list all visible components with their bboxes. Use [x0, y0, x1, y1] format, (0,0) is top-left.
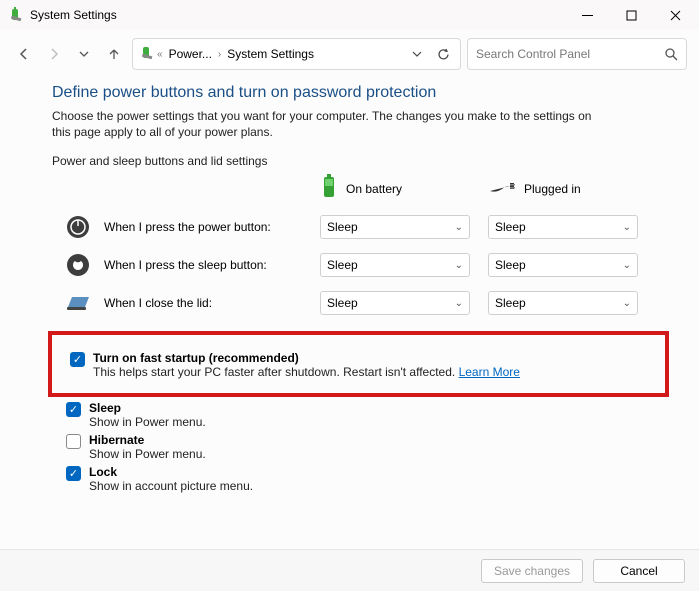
breadcrumb-sep-icon: «: [157, 49, 163, 60]
breadcrumb-level1[interactable]: Power...: [165, 47, 216, 61]
forward-button[interactable]: [42, 42, 66, 66]
minimize-button[interactable]: [565, 1, 609, 29]
column-battery-label: On battery: [346, 182, 402, 196]
row-lid-label: When I close the lid:: [104, 296, 320, 310]
select-sleep-battery[interactable]: Sleep⌄: [320, 253, 470, 277]
breadcrumb-level2[interactable]: System Settings: [223, 47, 318, 61]
page-title: Define power buttons and turn on passwor…: [52, 84, 665, 102]
select-sleep-plugged[interactable]: Sleep⌄: [488, 253, 638, 277]
back-button[interactable]: [12, 42, 36, 66]
up-button[interactable]: [102, 42, 126, 66]
breadcrumb[interactable]: « Power... › System Settings: [132, 38, 461, 70]
page-description: Choose the power settings that you want …: [52, 108, 612, 140]
refresh-button[interactable]: [430, 41, 456, 67]
column-plugged-label: Plugged in: [524, 182, 581, 196]
breadcrumb-icon: [139, 45, 155, 64]
chevron-down-icon: ⌄: [455, 260, 463, 271]
breadcrumb-dropdown-icon[interactable]: [404, 41, 430, 67]
power-button-icon: [64, 213, 92, 241]
chevron-down-icon: ⌄: [455, 222, 463, 233]
sleep-option-title: Sleep: [89, 401, 206, 415]
plug-icon: [488, 179, 516, 198]
checkbox-hibernate[interactable]: [66, 434, 81, 449]
checkbox-sleep[interactable]: ✓: [66, 402, 81, 417]
fast-startup-highlight: ✓ Turn on fast startup (recommended) Thi…: [48, 331, 669, 397]
learn-more-link[interactable]: Learn More: [459, 365, 520, 379]
row-power-label: When I press the power button:: [104, 220, 320, 234]
select-power-plugged[interactable]: Sleep⌄: [488, 215, 638, 239]
sleep-button-icon: [64, 251, 92, 279]
close-button[interactable]: [653, 1, 697, 29]
row-sleep-label: When I press the sleep button:: [104, 258, 320, 272]
battery-icon: [320, 174, 338, 203]
maximize-button[interactable]: [609, 1, 653, 29]
chevron-down-icon: ⌄: [623, 222, 631, 233]
checkbox-lock[interactable]: ✓: [66, 466, 81, 481]
select-lid-battery[interactable]: Sleep⌄: [320, 291, 470, 315]
chevron-right-icon: ›: [218, 49, 221, 60]
save-button[interactable]: Save changes: [481, 559, 583, 583]
lid-icon: [64, 289, 92, 317]
section-power-sleep-lid: Power and sleep buttons and lid settings: [52, 154, 665, 168]
hibernate-option-desc: Show in Power menu.: [89, 447, 206, 461]
search-placeholder: Search Control Panel: [476, 47, 664, 61]
checkbox-fast-startup[interactable]: ✓: [70, 352, 85, 367]
fast-startup-title: Turn on fast startup (recommended): [93, 351, 520, 365]
lock-option-title: Lock: [89, 465, 253, 479]
search-input[interactable]: Search Control Panel: [467, 38, 687, 70]
sleep-option-desc: Show in Power menu.: [89, 415, 206, 429]
chevron-down-icon: ⌄: [623, 260, 631, 271]
recent-chevron-icon[interactable]: [72, 42, 96, 66]
select-power-battery[interactable]: Sleep⌄: [320, 215, 470, 239]
select-lid-plugged[interactable]: Sleep⌄: [488, 291, 638, 315]
fast-startup-desc: This helps start your PC faster after sh…: [93, 365, 459, 379]
lock-option-desc: Show in account picture menu.: [89, 479, 253, 493]
app-icon: [8, 7, 24, 23]
search-icon: [664, 47, 678, 61]
cancel-button[interactable]: Cancel: [593, 559, 685, 583]
chevron-down-icon: ⌄: [623, 298, 631, 309]
hibernate-option-title: Hibernate: [89, 433, 206, 447]
chevron-down-icon: ⌄: [455, 298, 463, 309]
window-title: System Settings: [30, 8, 117, 22]
